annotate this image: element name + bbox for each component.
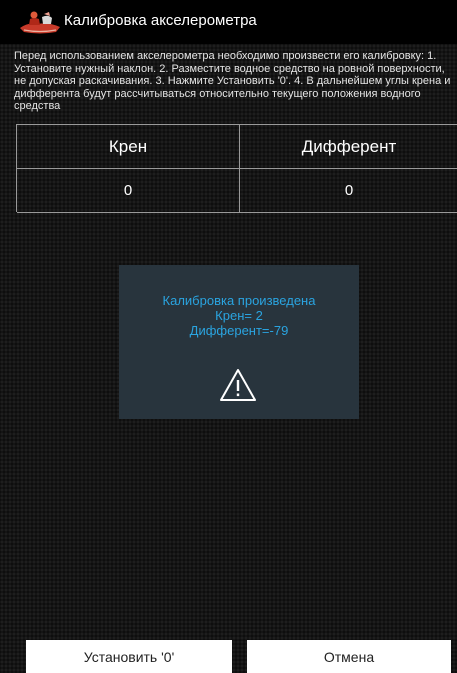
calibration-message: Калибровка произведена Крен= 2 Дифферент… [119,293,359,338]
table-header-row: Крен Дифферент [17,125,457,169]
calibration-instructions: Перед использованием акселерометра необх… [14,50,451,112]
trim-value: 0 [344,182,354,199]
calibration-result-toast: Калибровка произведена Крен= 2 Дифферент… [119,265,359,419]
table-row: 0 0 [17,169,457,213]
column-header-roll: Крен [17,125,240,168]
calibration-status-text: Калибровка произведена [162,293,316,308]
title-bar: Калибровка акселерометра [0,0,457,44]
screen: Калибровка акселерометра Перед использов… [0,0,457,673]
angles-table: Крен Дифферент 0 0 [16,124,457,213]
window-title: Калибровка акселерометра [64,12,257,29]
cancel-button[interactable]: Отмена [247,640,451,673]
roll-result-text: Крен= 2 [215,308,263,323]
accelerometer-app-icon [18,8,62,36]
trim-result-text: Дифферент=-79 [189,323,289,338]
warning-icon [218,367,258,403]
set-zero-button[interactable]: Установить '0' [26,640,232,673]
column-header-trim: Дифферент [301,136,397,156]
roll-value: 0 [17,169,240,212]
